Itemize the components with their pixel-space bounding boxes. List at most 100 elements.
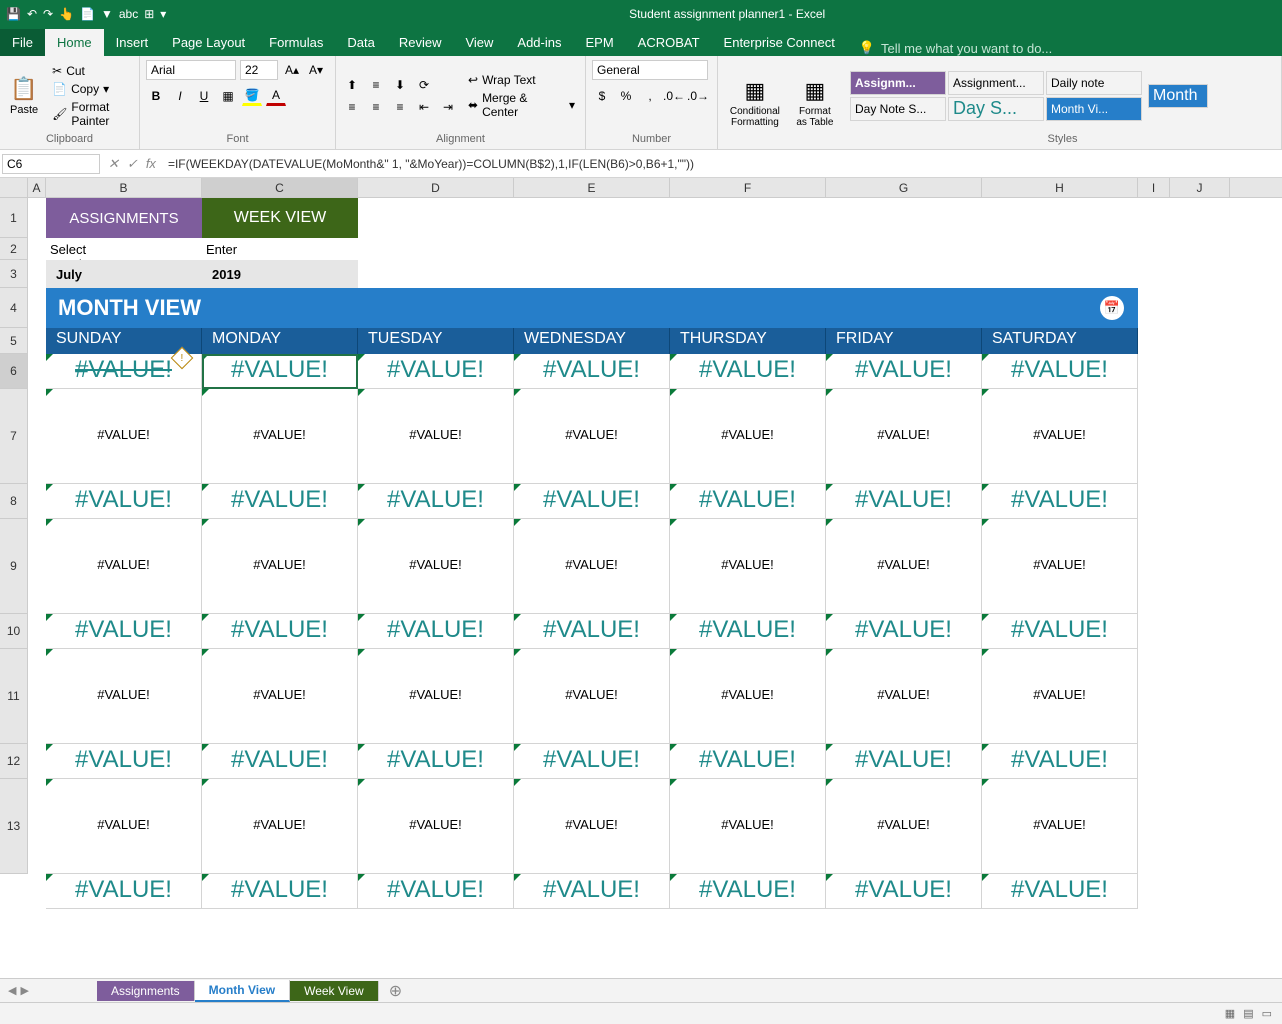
calendar-note-cell[interactable]: #VALUE! (826, 389, 982, 484)
tell-me-search[interactable]: 💡 Tell me what you want to do... (847, 40, 1064, 56)
align-left-icon[interactable]: ≡ (342, 97, 362, 117)
calendar-date-cell[interactable]: #VALUE! (202, 484, 358, 519)
calendar-date-cell[interactable]: #VALUE! (514, 484, 670, 519)
tab-file[interactable]: File (0, 29, 45, 56)
calendar-date-cell[interactable]: #VALUE! (982, 874, 1138, 909)
calendar-date-cell[interactable]: #VALUE! (358, 874, 514, 909)
sheet-tab-week-view[interactable]: Week View (290, 981, 379, 1001)
spreadsheet-grid[interactable]: ABCDEFGHIJ 12345678910111213 ASSIGNMENTS… (0, 178, 1282, 936)
align-top-icon[interactable]: ⬆ (342, 75, 362, 95)
calendar-note-cell[interactable]: #VALUE! (202, 389, 358, 484)
view-normal-icon[interactable]: ▦ (1225, 1007, 1235, 1020)
column-header-J[interactable]: J (1170, 178, 1230, 197)
row-header-5[interactable]: 5 (0, 328, 28, 354)
calendar-date-cell[interactable]: #VALUE! (982, 614, 1138, 649)
percent-icon[interactable]: % (616, 86, 636, 106)
column-header-G[interactable]: G (826, 178, 982, 197)
calendar-note-cell[interactable]: #VALUE! (826, 779, 982, 874)
style-daily-note[interactable]: Daily note (1046, 71, 1142, 95)
italic-button[interactable]: I (170, 86, 190, 106)
sheet-tab-assignments[interactable]: Assignments (97, 981, 195, 1001)
comma-icon[interactable]: , (640, 86, 660, 106)
font-name-input[interactable] (146, 60, 236, 80)
font-size-input[interactable] (240, 60, 278, 80)
calendar-note-cell[interactable]: #VALUE! (46, 649, 202, 744)
grid-icon[interactable]: ⊞ (144, 7, 154, 21)
calendar-note-cell[interactable]: #VALUE! (202, 649, 358, 744)
paste-button[interactable]: 📋 Paste (6, 60, 42, 131)
calendar-date-cell[interactable]: #VALUE! (358, 354, 514, 389)
column-header-C[interactable]: C (202, 178, 358, 197)
sheet-nav-next-icon[interactable]: ▶ (20, 984, 28, 997)
calendar-note-cell[interactable]: #VALUE! (670, 519, 826, 614)
column-header-F[interactable]: F (670, 178, 826, 197)
style-day-s[interactable]: Day S... (948, 97, 1044, 121)
row-header-6[interactable]: 6 (0, 354, 28, 389)
calendar-note-cell[interactable]: #VALUE! (358, 779, 514, 874)
calendar-note-cell[interactable]: #VALUE! (46, 389, 202, 484)
cancel-formula-icon[interactable]: ✕ (108, 156, 119, 172)
tab-page-layout[interactable]: Page Layout (160, 29, 257, 56)
calendar-date-cell[interactable]: #VALUE! (358, 484, 514, 519)
calendar-date-cell[interactable]: #VALUE! (826, 614, 982, 649)
tab-view[interactable]: View (453, 29, 505, 56)
calendar-date-cell[interactable]: #VALUE! (670, 614, 826, 649)
calendar-date-cell[interactable]: #VALUE! (982, 354, 1138, 389)
row-header-12[interactable]: 12 (0, 744, 28, 779)
tab-acrobat[interactable]: ACROBAT (626, 29, 712, 56)
calendar-note-cell[interactable]: #VALUE! (982, 649, 1138, 744)
column-header-E[interactable]: E (514, 178, 670, 197)
calendar-date-cell[interactable]: #VALUE! (46, 874, 202, 909)
calendar-note-cell[interactable]: #VALUE! (982, 389, 1138, 484)
calendar-date-cell[interactable]: #VALUE! (670, 744, 826, 779)
style-day-note-s[interactable]: Day Note S... (850, 97, 946, 121)
calendar-note-cell[interactable]: #VALUE! (202, 519, 358, 614)
calendar-note-cell[interactable]: #VALUE! (202, 779, 358, 874)
column-header-D[interactable]: D (358, 178, 514, 197)
enter-formula-icon[interactable]: ✓ (127, 156, 138, 172)
calendar-date-cell[interactable]: #VALUE! (514, 874, 670, 909)
calendar-date-cell[interactable]: #VALUE! (514, 614, 670, 649)
touch-mode-icon[interactable]: 👆 (59, 7, 74, 21)
calendar-icon[interactable]: 📅 (1100, 296, 1124, 320)
tab-epm[interactable]: EPM (573, 29, 625, 56)
calendar-note-cell[interactable]: #VALUE! (670, 779, 826, 874)
column-header-B[interactable]: B (46, 178, 202, 197)
calendar-note-cell[interactable]: #VALUE! (358, 389, 514, 484)
tab-data[interactable]: Data (335, 29, 386, 56)
calendar-note-cell[interactable]: #VALUE! (670, 649, 826, 744)
format-as-table-button[interactable]: ▦Format as Table (792, 60, 838, 145)
style-month-vi[interactable]: Month Vi... (1046, 97, 1142, 121)
calendar-note-cell[interactable]: #VALUE! (514, 389, 670, 484)
calendar-date-cell[interactable]: #VALUE! (514, 744, 670, 779)
qat-more-icon[interactable]: ▾ (160, 7, 166, 21)
bold-button[interactable]: B (146, 86, 166, 106)
calendar-date-cell[interactable]: #VALUE! (670, 484, 826, 519)
currency-icon[interactable]: $ (592, 86, 612, 106)
calendar-date-cell[interactable]: #VALUE! (826, 874, 982, 909)
increase-font-icon[interactable]: A▴ (282, 60, 302, 80)
orientation-icon[interactable]: ⟳ (414, 75, 434, 95)
calendar-date-cell[interactable]: #VALUE! (202, 354, 358, 389)
decrease-indent-icon[interactable]: ⇤ (414, 97, 434, 117)
redo-icon[interactable]: ↷ (43, 7, 53, 21)
calendar-date-cell[interactable]: #VALUE! (670, 874, 826, 909)
align-right-icon[interactable]: ≡ (390, 97, 410, 117)
wrap-text-button[interactable]: ↩Wrap Text (464, 72, 579, 88)
style-assignments[interactable]: Assignm... (850, 71, 946, 95)
increase-indent-icon[interactable]: ⇥ (438, 97, 458, 117)
calendar-date-cell[interactable]: #VALUE! (46, 484, 202, 519)
calendar-date-cell[interactable]: #VALUE! (670, 354, 826, 389)
calendar-date-cell[interactable]: #VALUE! (826, 484, 982, 519)
select-all-corner[interactable] (0, 178, 28, 197)
calendar-date-cell[interactable]: #VALUE! (826, 354, 982, 389)
column-header-I[interactable]: I (1138, 178, 1170, 197)
year-input[interactable]: 2019 (202, 260, 358, 288)
save-icon[interactable]: 💾 (6, 7, 21, 21)
tab-formulas[interactable]: Formulas (257, 29, 335, 56)
calendar-note-cell[interactable]: #VALUE! (514, 519, 670, 614)
style-assignment2[interactable]: Assignment... (948, 71, 1044, 95)
row-header-13[interactable]: 13 (0, 779, 28, 874)
calendar-date-cell[interactable]: #VALUE! (982, 744, 1138, 779)
calendar-note-cell[interactable]: #VALUE! (46, 779, 202, 874)
